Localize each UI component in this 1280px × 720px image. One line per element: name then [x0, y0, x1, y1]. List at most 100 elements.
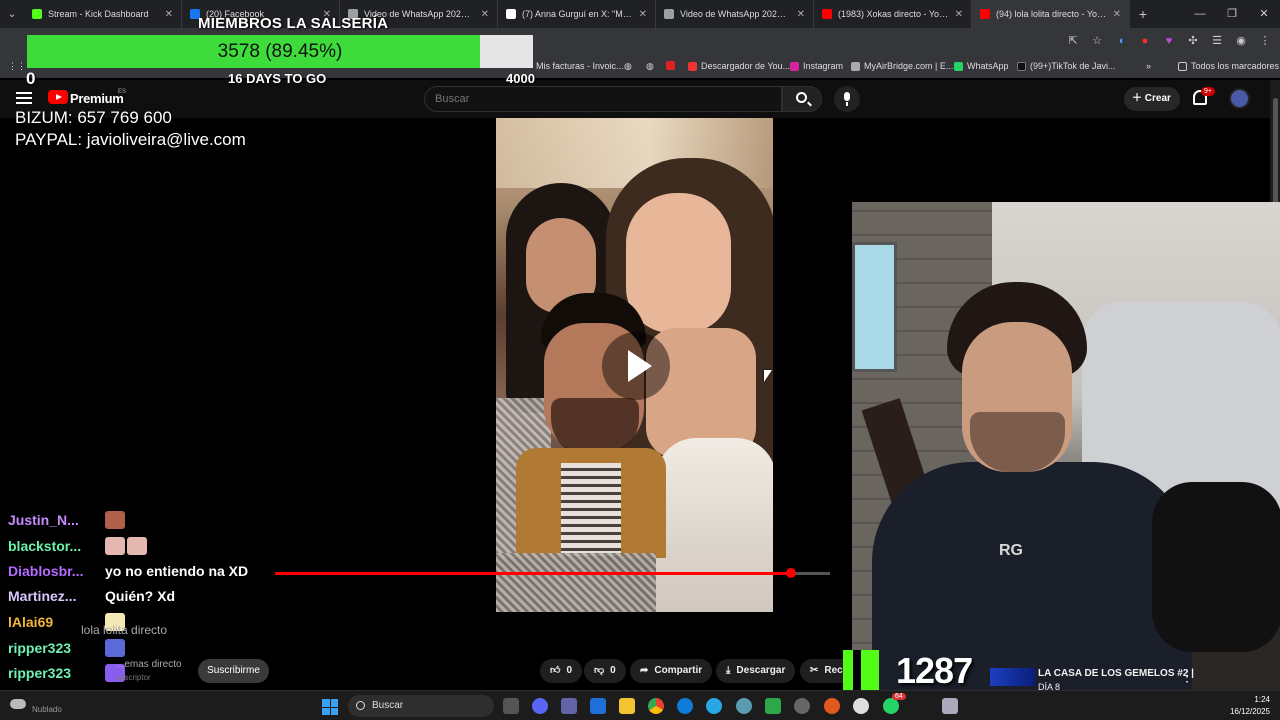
search-input[interactable]	[424, 86, 782, 112]
video-bottom-fabric	[496, 553, 656, 612]
profile-avatar-icon[interactable]: ◉	[1234, 34, 1248, 48]
search-button[interactable]	[782, 86, 822, 112]
bookmarks-overflow-icon[interactable]: »	[1146, 61, 1151, 71]
browser-menu-icon[interactable]: ⋮	[1258, 34, 1272, 48]
heart-extension-icon[interactable]: ♥	[1162, 34, 1176, 48]
chat-message: Diablosbr... yo no entiendo na XD	[8, 560, 248, 582]
close-window-button[interactable]: ✕	[1248, 0, 1280, 28]
like-button[interactable]: 👍︎ 0	[540, 659, 583, 683]
chat-username[interactable]: Martinez...	[8, 588, 76, 604]
maximize-button[interactable]: ❐	[1216, 0, 1248, 28]
start-menu-icon[interactable]	[322, 699, 338, 715]
related-more-icon[interactable]: ⋮	[1180, 668, 1194, 685]
chat-username[interactable]: ripper323	[8, 640, 71, 656]
browser-tab[interactable]: (94) lola lolita directo - YouTube ✕	[972, 0, 1130, 28]
obs-icon[interactable]	[853, 698, 869, 714]
close-tab-icon[interactable]: ✕	[165, 9, 173, 20]
chat-username[interactable]: ripper323	[8, 665, 71, 681]
task-view-icon[interactable]	[503, 698, 519, 714]
bookmark-descargador[interactable]: Descargador de You...	[688, 61, 790, 71]
close-tab-icon[interactable]: ✕	[955, 9, 963, 20]
bookmark-red-icon[interactable]	[666, 61, 675, 70]
bookmark-myairbridge[interactable]: MyAirBridge.com | E...	[851, 61, 953, 71]
channel-name[interactable]: lola lolita directo	[81, 623, 167, 637]
kick-ribbon	[990, 668, 1035, 686]
video-scrubber-handle[interactable]	[786, 568, 797, 578]
close-tab-icon[interactable]: ✕	[1113, 9, 1121, 20]
minimize-button[interactable]: —	[1184, 0, 1216, 28]
edge-icon[interactable]	[677, 698, 693, 714]
emote-icon	[105, 639, 125, 657]
browser-tab[interactable]: Video de WhatsApp 2025-12-1 ✕	[656, 0, 814, 28]
chat-username[interactable]: Diablosbr...	[8, 563, 83, 579]
create-button[interactable]: ＋ Crear	[1124, 87, 1180, 111]
network-app-icon[interactable]	[736, 698, 752, 714]
bookmark-star-icon[interactable]: ☆	[1090, 34, 1104, 48]
notepad-icon[interactable]	[942, 698, 958, 714]
goal-title: MIEMBROS LA SALSERÍA	[198, 15, 389, 32]
streaming-app-icon[interactable]	[824, 698, 840, 714]
youtube-extension-icon[interactable]: ●	[1138, 34, 1152, 48]
bookmark-mis-facturas[interactable]: Mis facturas - Invoic...	[536, 61, 624, 71]
globe-icon	[664, 9, 674, 19]
thumbs-up-icon: 👍︎	[550, 665, 561, 676]
play-icon[interactable]	[602, 332, 670, 400]
extension-icons: ⇱ ☆ ◖ ● ♥ ✣ ☰ ◉ ⋮	[1066, 34, 1272, 48]
account-avatar[interactable]	[1229, 88, 1250, 109]
chat-username[interactable]: lAlai69	[8, 614, 53, 630]
chat-message: Justin_N...	[8, 509, 125, 531]
video-progress-fill	[275, 572, 792, 575]
chat-emotes	[105, 511, 125, 529]
system-clock[interactable]: 1:24 16/12/2025	[1230, 694, 1270, 718]
install-app-icon[interactable]: ⇱	[1066, 34, 1080, 48]
whatsapp-icon[interactable]	[883, 698, 899, 714]
settings-gear-icon[interactable]	[794, 698, 810, 714]
puzzle-icon[interactable]: ✣	[1186, 34, 1200, 48]
bookmark-instagram[interactable]: Instagram	[790, 61, 843, 71]
bookmark-tiktok[interactable]: (99+)TikTok de Javi...	[1017, 61, 1115, 71]
close-tab-icon[interactable]: ✕	[481, 9, 489, 20]
tab-title: (94) lola lolita directo - YouTube	[996, 9, 1107, 19]
taskbar-search[interactable]: Buscar	[348, 695, 494, 717]
related-video-title[interactable]: LA CASA DE LOS GEMELOS #2 |	[1038, 668, 1194, 679]
new-tab-button[interactable]: +	[1130, 6, 1156, 22]
chat-username[interactable]: blackstor...	[8, 538, 81, 554]
youtube-logo-icon[interactable]	[48, 90, 68, 104]
dislike-button[interactable]: 👎︎ 0	[584, 659, 626, 683]
close-tab-icon[interactable]: ✕	[797, 9, 805, 20]
channel-name-secondary[interactable]: ...emas directo	[116, 659, 182, 670]
share-button[interactable]: ➦ Compartir	[630, 659, 713, 683]
all-bookmarks-folder[interactable]: Todos los marcadores	[1178, 61, 1279, 71]
chat-username[interactable]: Justin_N...	[8, 512, 79, 528]
extension-icon[interactable]: ◖	[1114, 34, 1128, 48]
chrome-icon[interactable]	[648, 698, 664, 714]
bookmark-globe-icon-2[interactable]: ◍	[646, 61, 654, 72]
clock-time: 1:24	[1254, 695, 1270, 704]
bookmark-globe-icon[interactable]: ◍	[624, 61, 632, 72]
browser-tab[interactable]: Stream - Kick Dashboard ✕	[24, 0, 182, 28]
video-progress-bar[interactable]	[275, 568, 830, 578]
weather-label[interactable]: Nublado	[32, 705, 62, 714]
paypal-info: PAYPAL: javioliveira@live.com	[15, 130, 246, 149]
subscribe-button[interactable]: Suscribirme	[198, 659, 269, 683]
file-explorer-icon[interactable]	[619, 698, 635, 714]
browser-tab[interactable]: (7) Anna Gurguí en X: "Mar Lu ✕	[498, 0, 656, 28]
reading-list-icon[interactable]: ☰	[1210, 34, 1224, 48]
kick-logo-icon	[843, 650, 879, 692]
teams-icon[interactable]	[561, 698, 577, 714]
telegram-icon[interactable]	[706, 698, 722, 714]
tab-search-menu-button[interactable]: ⌄	[0, 0, 24, 28]
menu-icon[interactable]	[16, 92, 32, 104]
close-tab-icon[interactable]: ✕	[639, 9, 647, 20]
weather-cloud-icon[interactable]	[10, 699, 26, 709]
browser-tab[interactable]: (1983) Xokas directo - YouTube ✕	[814, 0, 972, 28]
goal-progress-text: 3578 (89.45%)	[217, 41, 343, 62]
outlook-icon[interactable]	[590, 698, 606, 714]
download-button[interactable]: ⤓ Descargar	[716, 659, 796, 683]
voice-search-button[interactable]	[834, 86, 860, 112]
discord-icon[interactable]	[532, 698, 548, 714]
apps-grid-icon[interactable]: ⋮⋮	[8, 61, 26, 72]
youtube-premium-label[interactable]: Premium	[70, 91, 124, 106]
bookmark-whatsapp[interactable]: WhatsApp	[954, 61, 1009, 71]
camtasia-icon[interactable]	[765, 698, 781, 714]
